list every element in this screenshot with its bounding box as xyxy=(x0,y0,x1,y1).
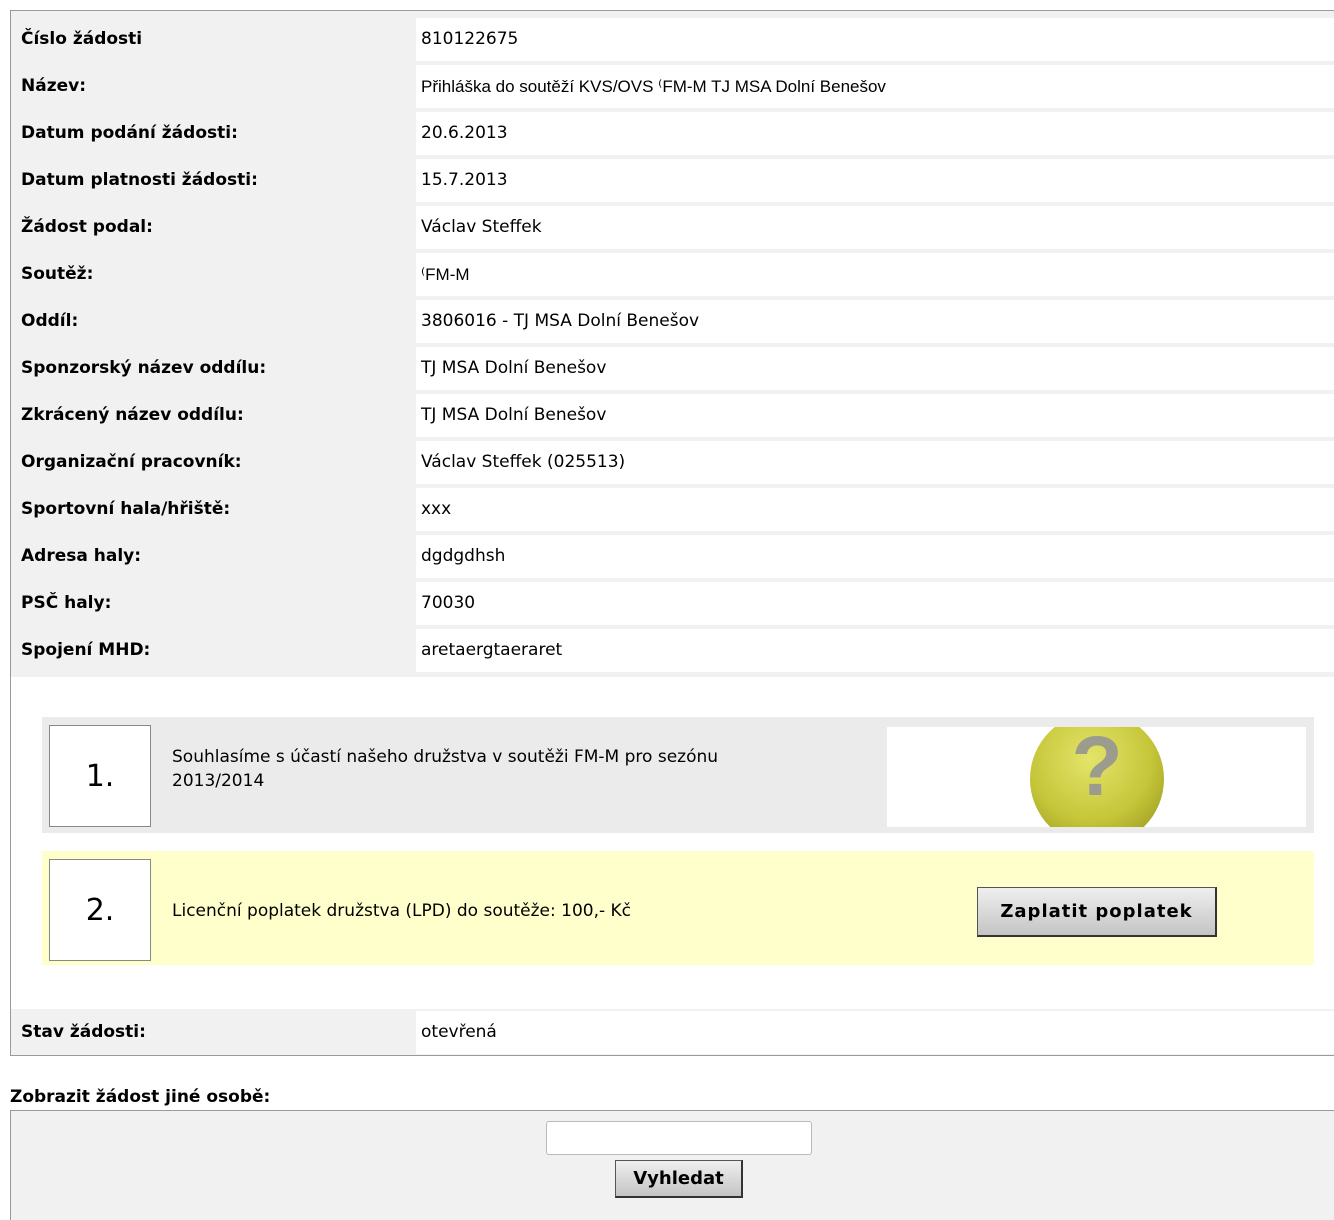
step-1-panel: 1. Souhlasíme s účastí našeho družstva v… xyxy=(42,717,1314,833)
row-organizer: Organizační pracovník: Václav Steffek (0… xyxy=(11,441,1334,484)
search-button[interactable]: Vyhledat xyxy=(615,1160,743,1198)
steps-area: 1. Souhlasíme s účastí našeho družstva v… xyxy=(11,677,1334,1009)
row-value: Václav Steffek xyxy=(416,206,1334,249)
question-mark-icon: ? xyxy=(1030,727,1164,827)
svg-text:?: ? xyxy=(1071,727,1122,813)
other-person-title: Zobrazit žádost jiné osobě: xyxy=(10,1087,271,1107)
row-competition: Soutěž: ⁽FM-M xyxy=(11,253,1334,296)
request-detail-panel: Číslo žádosti 810122675 Název: Přihláška… xyxy=(10,10,1334,1056)
row-short-name: Zkrácený název oddílu: TJ MSA Dolní Bene… xyxy=(11,394,1334,437)
pay-fee-button[interactable]: Zaplatit poplatek xyxy=(977,887,1217,937)
row-label: Název: xyxy=(11,65,415,108)
row-validity-date: Datum platnosti žádosti: 15.7.2013 xyxy=(11,159,1334,202)
row-label: Žádost podal: xyxy=(11,206,415,249)
row-value: xxx xyxy=(416,488,1334,531)
step-number: 2. xyxy=(49,859,151,961)
row-label: Oddíl: xyxy=(11,300,415,343)
row-public-transport: Spojení MHD: aretaergtaeraret xyxy=(11,629,1334,672)
status-icon-box: ? xyxy=(887,727,1306,827)
row-request-number: Číslo žádosti 810122675 xyxy=(11,18,1334,61)
row-value: 810122675 xyxy=(416,18,1334,61)
row-value: 3806016 - TJ MSA Dolní Benešov xyxy=(416,300,1334,343)
step-text: Licenční poplatek družstva (LPD) do sout… xyxy=(172,901,632,921)
person-search-input[interactable] xyxy=(546,1121,812,1155)
row-value: aretaergtaeraret xyxy=(416,629,1334,672)
step-text: Souhlasíme s účastí našeho družstva v so… xyxy=(172,747,719,791)
row-label: Datum platnosti žádosti: xyxy=(11,159,415,202)
row-label: Sportovní hala/hřiště: xyxy=(11,488,415,531)
other-person-panel: Vyhledat xyxy=(10,1110,1334,1220)
row-value: 15.7.2013 xyxy=(416,159,1334,202)
row-request-name: Název: Přihláška do soutěží KVS/OVS ⁽FM-… xyxy=(11,65,1334,108)
row-value: TJ MSA Dolní Benešov xyxy=(416,347,1334,390)
row-value-text: Přihláška do soutěží KVS/OVS ⁽FM-M TJ MS… xyxy=(421,77,886,96)
row-value: TJ MSA Dolní Benešov xyxy=(416,394,1334,437)
row-request-status: Stav žádosti: otevřená xyxy=(11,1011,1334,1054)
row-value-text: ⁽FM-M xyxy=(421,265,470,284)
row-hall-address: Adresa haly: dgdgdhsh xyxy=(11,535,1334,578)
row-value: ⁽FM-M xyxy=(416,253,1334,296)
row-value: otevřená xyxy=(416,1011,1334,1054)
row-label: Sponzorský název oddílu: xyxy=(11,347,415,390)
row-label: Stav žádosti: xyxy=(11,1011,415,1054)
row-label: Číslo žádosti xyxy=(11,18,415,61)
row-label: Datum podání žádosti: xyxy=(11,112,415,155)
row-submission-date: Datum podání žádosti: 20.6.2013 xyxy=(11,112,1334,155)
row-label: Adresa haly: xyxy=(11,535,415,578)
row-sports-hall: Sportovní hala/hřiště: xxx xyxy=(11,488,1334,531)
row-submitted-by: Žádost podal: Václav Steffek xyxy=(11,206,1334,249)
row-label: Zkrácený název oddílu: xyxy=(11,394,415,437)
row-label: PSČ haly: xyxy=(11,582,415,625)
row-value: Václav Steffek (025513) xyxy=(416,441,1334,484)
row-club: Oddíl: 3806016 - TJ MSA Dolní Benešov xyxy=(11,300,1334,343)
row-label: Spojení MHD: xyxy=(11,629,415,672)
row-label: Soutěž: xyxy=(11,253,415,296)
step-number: 1. xyxy=(49,725,151,827)
row-sponsor-name: Sponzorský název oddílu: TJ MSA Dolní Be… xyxy=(11,347,1334,390)
row-hall-postcode: PSČ haly: 70030 xyxy=(11,582,1334,625)
row-value: 20.6.2013 xyxy=(416,112,1334,155)
row-value: dgdgdhsh xyxy=(416,535,1334,578)
row-value: 70030 xyxy=(416,582,1334,625)
row-value: Přihláška do soutěží KVS/OVS ⁽FM-M TJ MS… xyxy=(416,65,1334,108)
step-2-panel: 2. Licenční poplatek družstva (LPD) do s… xyxy=(42,851,1314,965)
row-label: Organizační pracovník: xyxy=(11,441,415,484)
